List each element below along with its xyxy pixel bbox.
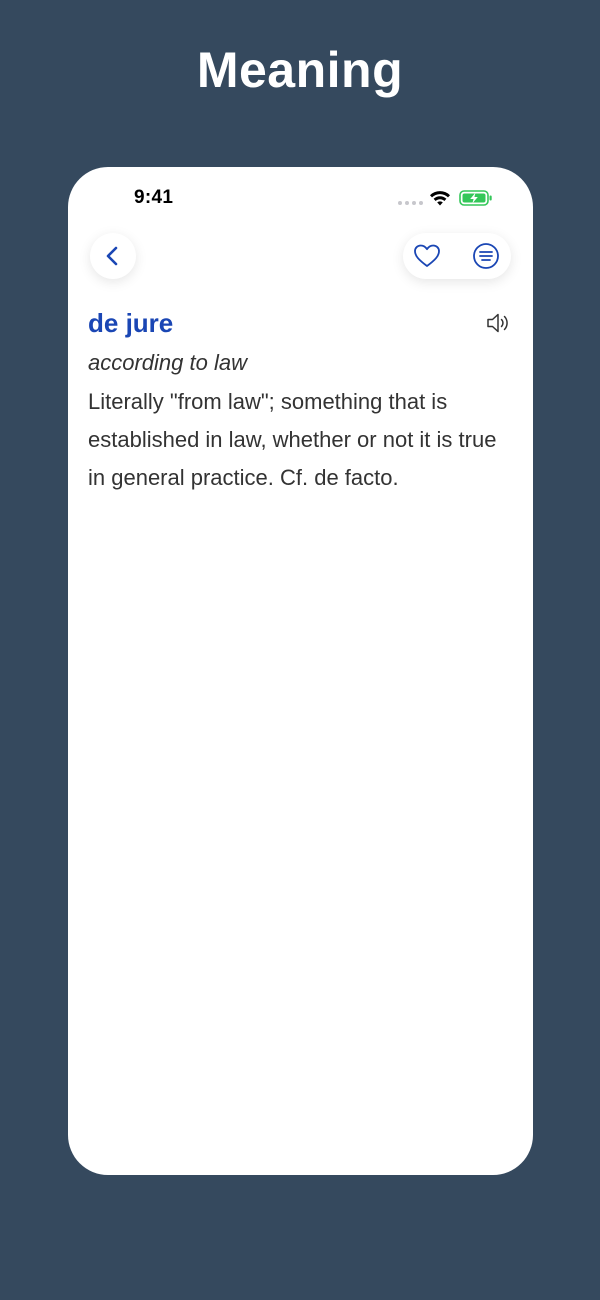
status-bar: 9:41 [68,167,533,229]
entry-term: de jure [88,308,174,338]
screen-headline: Meaning [196,42,404,98]
battery-charging-icon [459,190,492,206]
favorite-button[interactable] [411,240,443,272]
wifi-icon [430,191,450,206]
navigation-bar [68,229,533,299]
status-time: 9:41 [134,187,174,208]
speaker-icon [487,313,508,333]
page: Meaning 9:41 de jure according to law Li… [0,0,600,1300]
entry-translation: according to law [88,350,247,375]
entry-definition: Literally "from law"; something that is … [88,389,497,490]
cellular-signal-icon [398,201,424,205]
phone-screen: 9:41 de jure according to law Literally … [68,167,533,1175]
play-audio-button[interactable] [484,309,512,337]
chevron-left-icon [106,246,118,266]
action-group [403,233,511,279]
heart-icon [414,244,440,267]
entry-content: de jure according to law Literally "from… [88,303,513,497]
list-circle-icon [473,243,499,269]
back-button[interactable] [90,233,136,279]
menu-button[interactable] [470,240,502,272]
